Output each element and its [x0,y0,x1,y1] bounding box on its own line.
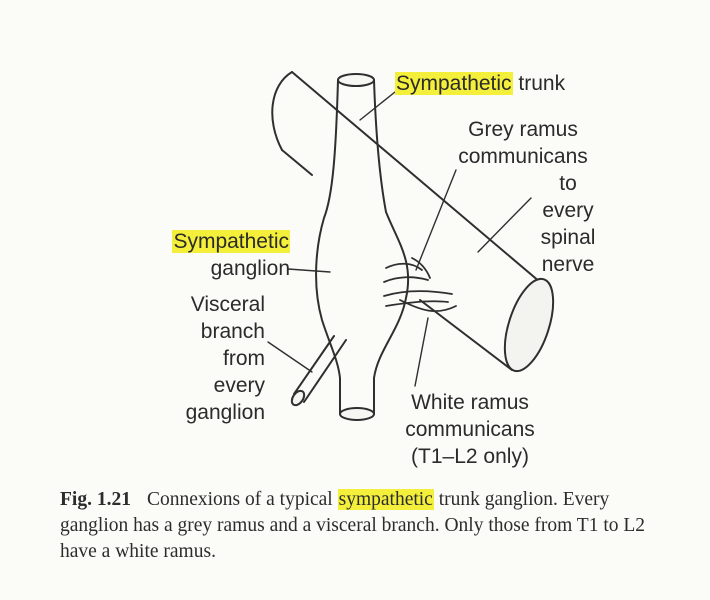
label-sympathetic-ganglion: Sympathetic ganglion [140,228,290,282]
visceral-line-4: every [213,374,265,397]
white-ramus-line-1: White ramus [411,391,529,414]
white-ramus-line-2: communicans [405,418,535,441]
white-ramus-line-3: (T1–L2 only) [411,445,529,468]
caption-text-pre: Connexions of a typical [146,489,338,510]
caption-highlight: sympathetic [337,489,434,510]
grey-ramus-line-1: Grey ramus [468,118,578,141]
visceral-line-5: ganglion [185,401,265,424]
grey-ramus-line-2: communicans [458,145,588,168]
figure-caption: Fig. 1.21 Connexions of a typical sympath… [60,487,680,565]
to-every-line-2: every [542,199,594,222]
label-grey-ramus: Grey ramus communicans [438,116,608,170]
visceral-line-1: Visceral [190,293,265,316]
rami-communicantes-illustration [383,257,457,313]
sympathetic-trunk-illustration [315,73,410,421]
label-trunk-word: trunk [512,72,566,95]
highlight-sympathetic-ganglion: Sympathetic [172,230,290,253]
ganglion-word: ganglion [210,257,290,280]
label-visceral-branch: Visceral branch from every ganglion [140,291,265,426]
highlight-sympathetic: Sympathetic [395,72,513,95]
visceral-line-2: branch [200,320,265,343]
to-every-line-4: nerve [541,253,595,276]
visceral-line-3: from [223,347,265,370]
to-every-line-1: to [559,172,577,195]
label-to-every-spinal-nerve: to every spinal nerve [522,170,614,278]
label-white-ramus: White ramus communicans (T1–L2 only) [385,389,555,470]
figure-page: Sympathetic trunk Grey ramus communicans… [0,0,710,600]
label-sympathetic-trunk: Sympathetic trunk [395,70,565,97]
to-every-line-3: spinal [540,226,596,249]
figure-number: Fig. 1.21 [60,489,131,510]
visceral-branch-illustration [290,335,347,407]
